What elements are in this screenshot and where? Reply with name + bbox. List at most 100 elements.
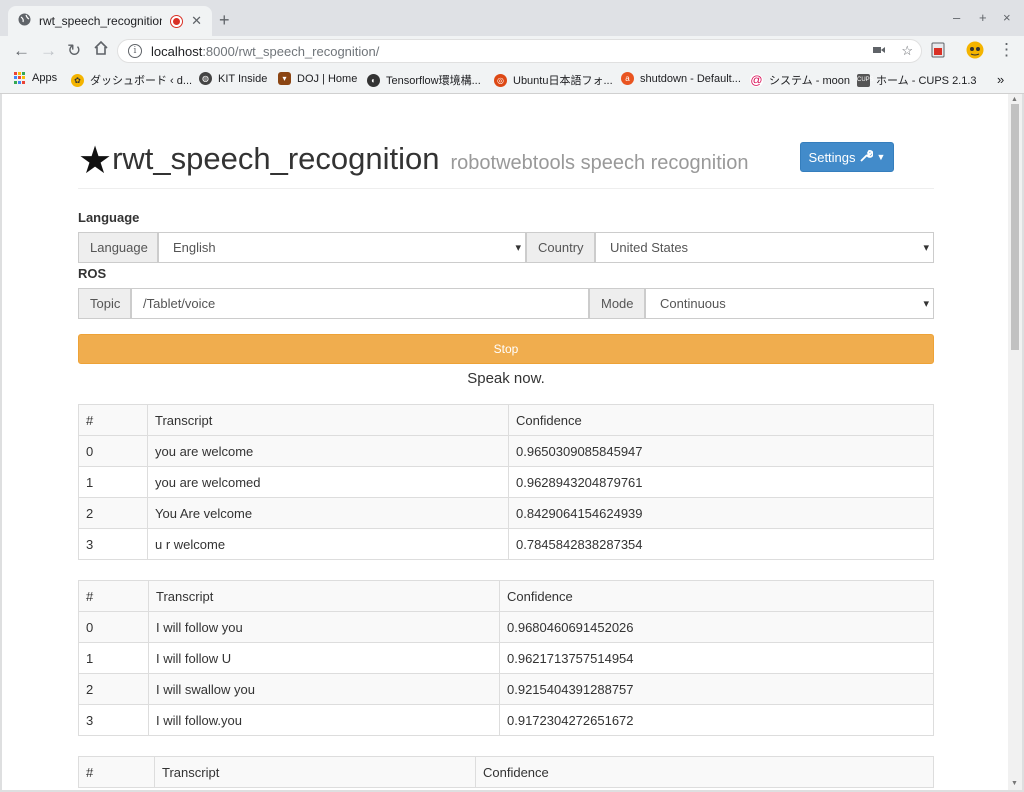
mode-select[interactable]: Continuous bbox=[645, 288, 934, 319]
maximize-button[interactable]: + bbox=[979, 10, 987, 25]
browser-tab[interactable]: rwt_speech_recognition ✕ bbox=[8, 6, 212, 36]
confidence-cell: 0.9628943204879761 bbox=[508, 466, 934, 498]
column-header: Confidence bbox=[508, 404, 934, 436]
wrench-icon bbox=[859, 149, 874, 165]
row-index: 0 bbox=[78, 611, 149, 643]
new-tab-button[interactable]: + bbox=[219, 11, 230, 29]
transcript-cell: you are welcome bbox=[147, 435, 509, 467]
bookmark-star-icon[interactable]: ☆ bbox=[901, 43, 913, 59]
page-title: rwt_speech_recognition bbox=[112, 141, 440, 176]
bookmark-label: Tensorflow環境構... bbox=[386, 75, 481, 87]
column-header: Transcript bbox=[147, 404, 509, 436]
home-icon[interactable] bbox=[93, 40, 109, 61]
bookmark-system-moon[interactable]: @ システム - moon bbox=[750, 72, 850, 88]
column-header: # bbox=[78, 404, 148, 436]
scroll-up-icon[interactable]: ▲ bbox=[1011, 96, 1018, 103]
confidence-cell: 0.9680460691452026 bbox=[499, 611, 934, 643]
confidence-cell: 0.8429064154624939 bbox=[508, 497, 934, 529]
info-icon[interactable]: i bbox=[128, 44, 142, 58]
tab-strip: rwt_speech_recognition ✕ + – + × bbox=[0, 0, 1024, 36]
pin-icon: ▾ bbox=[278, 72, 291, 85]
transcript-cell: I will follow.you bbox=[148, 704, 500, 736]
bookmark-cups[interactable]: CUPS ホーム - CUPS 2.1.3 bbox=[857, 72, 977, 88]
column-header: Confidence bbox=[499, 580, 934, 612]
back-arrow-icon[interactable]: ← bbox=[13, 41, 30, 61]
bookmark-label: DOJ | Home bbox=[297, 72, 358, 85]
tab-title: rwt_speech_recognition bbox=[39, 14, 163, 28]
language-select[interactable]: English bbox=[158, 232, 526, 263]
row-index: 1 bbox=[78, 466, 148, 498]
column-header: Transcript bbox=[148, 580, 500, 612]
bookmark-tensorflow[interactable]: ◐ Tensorflow環境構... bbox=[367, 72, 481, 88]
bookmark-label: Ubuntu日本語フォ... bbox=[513, 75, 613, 87]
wordpress-icon: ✿ bbox=[71, 73, 84, 87]
language-section-label: Language bbox=[78, 210, 140, 225]
country-select[interactable]: United States bbox=[595, 232, 934, 263]
close-window-button[interactable]: × bbox=[1003, 10, 1011, 25]
bookmark-apps[interactable]: Apps bbox=[14, 72, 57, 84]
row-index: 1 bbox=[78, 642, 149, 674]
stop-label: Stop bbox=[493, 342, 519, 356]
table-row: 3u r welcome 0.7845842838287354 bbox=[78, 528, 934, 560]
bookmark-kit-inside[interactable]: ◍ KIT Inside bbox=[199, 72, 267, 85]
cups-icon: CUPS bbox=[857, 73, 874, 87]
bookmark-ubuntu[interactable]: ◎ Ubuntu日本語フォ... bbox=[494, 72, 613, 88]
confidence-cell: 0.9621713757514954 bbox=[499, 642, 934, 674]
settings-button[interactable]: Settings ▼ bbox=[800, 142, 894, 172]
bookmark-doj-home[interactable]: ▾ DOJ | Home bbox=[278, 72, 357, 85]
reload-icon[interactable]: ↻ bbox=[67, 41, 81, 61]
page-scrollbar[interactable]: ▲ ▼ bbox=[1008, 94, 1022, 790]
table-row: 0 you are welcome 0.9650309085845947 bbox=[78, 435, 934, 467]
topic-input[interactable]: /Tablet/voice bbox=[131, 288, 589, 319]
table-row: 2I will swallow you 0.9215404391288757 bbox=[78, 673, 934, 705]
avatar[interactable] bbox=[966, 41, 984, 64]
language-input-group: Language English Country United States bbox=[78, 232, 934, 263]
ros-section-label: ROS bbox=[78, 266, 107, 281]
row-index: 3 bbox=[78, 528, 148, 560]
scroll-down-icon[interactable]: ▼ bbox=[1011, 780, 1018, 787]
confidence-cell: 0.7845842838287354 bbox=[508, 528, 934, 560]
ubuntu-icon: ◎ bbox=[494, 73, 507, 87]
bookmark-dashboard[interactable]: ✿ ダッシュボード ‹ d... bbox=[71, 72, 192, 88]
column-header: # bbox=[78, 756, 155, 788]
askubuntu-icon: a bbox=[621, 72, 634, 85]
mode-value: Continuous bbox=[660, 296, 726, 311]
address-bar[interactable]: i localhost:8000/rwt_speech_recognition/… bbox=[117, 39, 922, 63]
confidence-cell: 0.9650309085845947 bbox=[508, 435, 934, 467]
bookmarks-overflow-icon[interactable]: » bbox=[997, 72, 1004, 87]
bookmark-label: ダッシュボード ‹ d... bbox=[90, 75, 193, 87]
row-index: 2 bbox=[78, 673, 149, 705]
topic-value: /Tablet/voice bbox=[143, 296, 216, 311]
table-header-row: # Transcript Confidence bbox=[78, 756, 934, 788]
page-viewport: ★ rwt_speech_recognition robotwebtools s… bbox=[2, 94, 1008, 790]
camera-icon[interactable] bbox=[873, 43, 886, 59]
url-path: :8000/rwt_speech_recognition/ bbox=[202, 43, 380, 59]
country-value: United States bbox=[610, 240, 689, 255]
minimize-button[interactable]: – bbox=[953, 10, 960, 25]
forward-arrow-icon[interactable]: → bbox=[40, 41, 57, 61]
tensorflow-icon: ◐ bbox=[367, 73, 380, 87]
row-index: 2 bbox=[78, 497, 148, 529]
table-row: 1I will follow U 0.9621713757514954 bbox=[78, 642, 934, 674]
table-header-row: # Transcript Confidence bbox=[78, 404, 934, 436]
page-subtitle: robotwebtools speech recognition bbox=[450, 152, 749, 174]
bookmark-label: Apps bbox=[32, 72, 58, 84]
table-row: 3I will follow.you 0.9172304272651672 bbox=[78, 704, 934, 736]
topic-addon: Topic bbox=[78, 288, 131, 319]
bookmarks-bar: Apps ✿ ダッシュボード ‹ d... ◍ KIT Inside ▾ DOJ… bbox=[0, 66, 1024, 94]
debian-icon: @ bbox=[750, 72, 763, 87]
stop-button[interactable]: Stop bbox=[78, 334, 934, 364]
row-index: 3 bbox=[78, 704, 149, 736]
confidence-cell: 0.9215404391288757 bbox=[499, 673, 934, 705]
extension-icon[interactable] bbox=[931, 42, 945, 63]
star-icon: ★ bbox=[78, 140, 113, 182]
country-addon: Country bbox=[526, 232, 595, 263]
transcript-cell: u r welcome bbox=[147, 528, 509, 560]
column-header: # bbox=[78, 580, 149, 612]
menu-dots-icon[interactable]: ⋮ bbox=[998, 40, 1015, 60]
language-addon: Language bbox=[78, 232, 158, 263]
close-tab-icon[interactable]: ✕ bbox=[191, 13, 202, 29]
bookmark-shutdown[interactable]: a shutdown - Default... bbox=[621, 72, 741, 85]
scroll-thumb[interactable] bbox=[1011, 104, 1019, 350]
transcript-cell: you are welcomed bbox=[147, 466, 509, 498]
